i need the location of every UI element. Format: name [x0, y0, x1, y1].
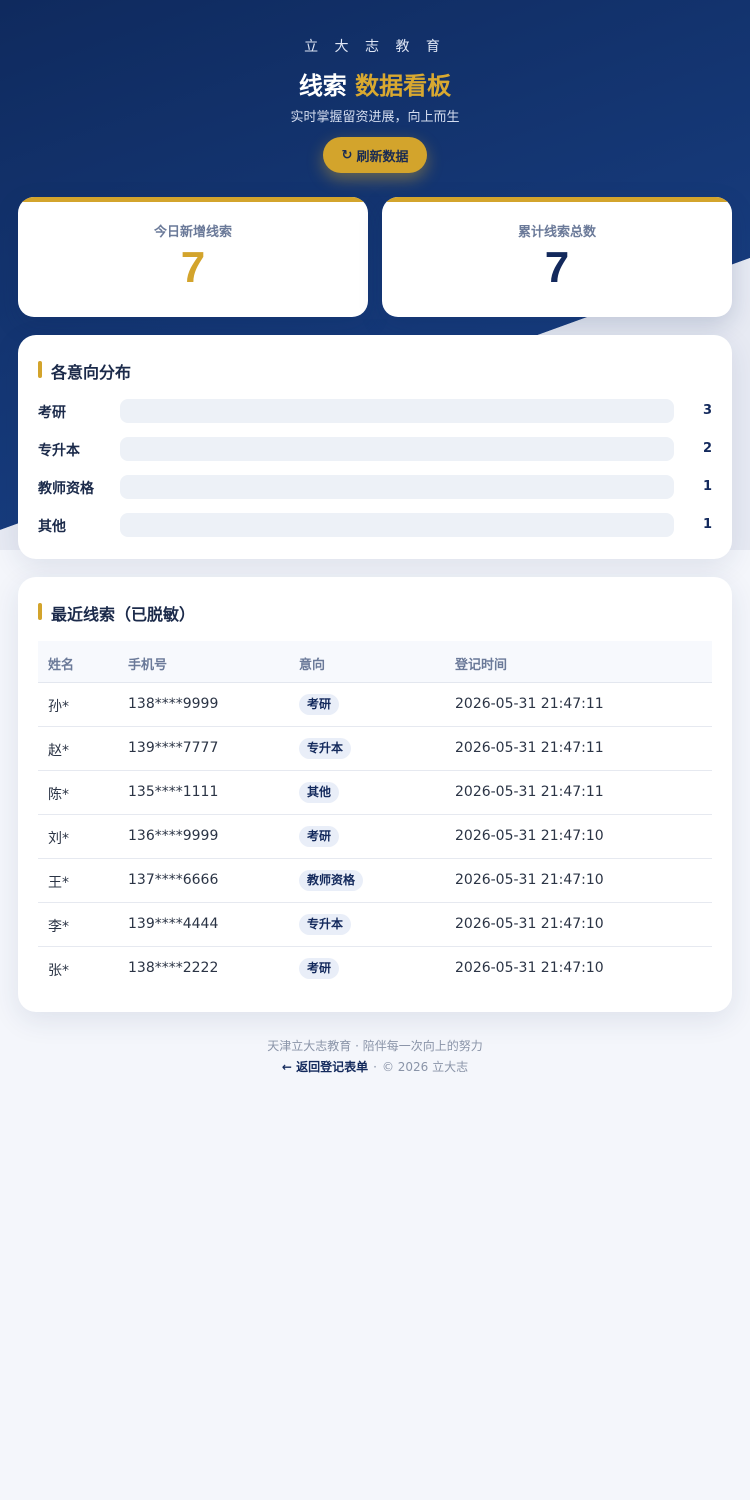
distribution-label: 其他 — [38, 519, 66, 535]
lead-name: 王* — [48, 875, 69, 891]
lead-phone: 137****6666 — [128, 872, 219, 888]
lead-time: 2026-05-31 21:47:11 — [455, 740, 604, 756]
distribution-bar-track — [120, 437, 674, 461]
table-header: 姓名 手机号 意向 登记时间 — [38, 641, 712, 683]
refresh-button[interactable]: ↻ 刷新数据 — [323, 137, 427, 173]
distribution-label: 考研 — [38, 405, 66, 421]
today-new-leads-card: 今日新增线索 7 — [18, 197, 368, 317]
refresh-icon: ↻ — [341, 147, 353, 163]
page-title-main: 线索 — [298, 72, 347, 100]
brand-name: 立 大 志 教 育 — [304, 39, 446, 55]
lead-phone: 136****9999 — [128, 828, 219, 844]
intent-tag: 教师资格 — [299, 870, 364, 891]
recent-leads-table: 姓名 手机号 意向 登记时间 孙* 138****9999 考研 2026-05… — [38, 641, 712, 991]
distribution-count: 2 — [702, 441, 712, 456]
lead-time: 2026-05-31 21:47:11 — [455, 784, 604, 800]
distribution-count: 3 — [702, 403, 712, 418]
distribution-bar-track — [120, 513, 674, 537]
distribution-row-kaoyan: 考研 3 — [38, 399, 712, 423]
lead-phone: 135****1111 — [128, 784, 219, 800]
intent-tag: 考研 — [299, 694, 340, 715]
table-row: 赵* 139****7777 专升本 2026-05-31 21:47:11 — [38, 727, 712, 771]
distribution-count: 1 — [702, 517, 712, 532]
lead-time: 2026-05-31 21:47:10 — [455, 916, 604, 932]
intent-tag: 考研 — [299, 826, 340, 847]
footer-copyright: © 2026 立大志 — [381, 1060, 469, 1074]
column-header-phone: 手机号 — [128, 658, 168, 673]
back-to-form-link[interactable]: ← 返回登记表单 — [282, 1060, 368, 1074]
distribution-count: 1 — [702, 479, 712, 494]
lead-time: 2026-05-31 21:47:11 — [455, 696, 604, 712]
lead-name: 陈* — [48, 787, 69, 803]
intent-tag: 其他 — [299, 782, 340, 803]
footer-tagline: 天津立大志教育 · 陪伴每一次向上的努力 — [267, 1039, 483, 1053]
column-header-time: 登记时间 — [455, 658, 508, 673]
table-row: 孙* 138****9999 考研 2026-05-31 21:47:11 — [38, 683, 712, 727]
distribution-label: 专升本 — [38, 443, 80, 459]
intent-tag: 考研 — [299, 958, 340, 979]
column-header-intent: 意向 — [299, 658, 326, 673]
distribution-row-zhuanshengben: 专升本 2 — [38, 437, 712, 461]
today-new-leads-label: 今日新增线索 — [153, 225, 232, 240]
column-header-name: 姓名 — [48, 658, 75, 673]
lead-name: 赵* — [48, 743, 69, 759]
intent-tag: 专升本 — [299, 738, 352, 759]
distribution-label: 教师资格 — [38, 481, 94, 497]
table-row: 王* 137****6666 教师资格 2026-05-31 21:47:10 — [38, 859, 712, 903]
footer-links: ← 返回登记表单 · © 2026 立大志 — [0, 1058, 750, 1075]
footer-separator: · — [373, 1060, 377, 1074]
lead-phone: 138****2222 — [128, 960, 219, 976]
lead-name: 孙* — [48, 699, 69, 715]
lead-time: 2026-05-31 21:47:10 — [455, 828, 604, 844]
lead-name: 张* — [48, 963, 69, 979]
page-title-accent: 数据看板 — [355, 72, 452, 100]
lead-phone: 138****9999 — [128, 696, 219, 712]
lead-name: 李* — [48, 919, 69, 935]
today-new-leads-value: 7 — [180, 243, 206, 292]
table-row: 张* 138****2222 考研 2026-05-31 21:47:10 — [38, 947, 712, 991]
lead-name: 刘* — [48, 831, 69, 847]
distribution-row-other: 其他 1 — [38, 513, 712, 537]
intent-distribution-title: 各意向分布 — [38, 359, 131, 383]
distribution-bar-track — [120, 399, 674, 423]
lead-time: 2026-05-31 21:47:10 — [455, 872, 604, 888]
distribution-bar-track — [120, 475, 674, 499]
intent-distribution-card: 各意向分布 考研 3 专升本 2 教师资格 1 其他 1 — [18, 335, 732, 559]
lead-phone: 139****7777 — [128, 740, 219, 756]
total-leads-value: 7 — [544, 243, 570, 292]
intent-tag: 专升本 — [299, 914, 352, 935]
recent-leads-title: 最近线索（已脱敏） — [38, 601, 195, 625]
table-row: 李* 139****4444 专升本 2026-05-31 21:47:10 — [38, 903, 712, 947]
total-leads-label: 累计线索总数 — [517, 225, 596, 240]
recent-leads-card: 最近线索（已脱敏） 姓名 手机号 意向 登记时间 孙* 138****9999 … — [18, 577, 732, 1012]
page-subtitle: 实时掌握留资进展，向上而生 — [290, 110, 460, 125]
refresh-button-label: 刷新数据 — [356, 149, 409, 165]
page-title: 线索 数据看板 — [0, 66, 750, 101]
distribution-row-teacher: 教师资格 1 — [38, 475, 712, 499]
table-row: 陈* 135****1111 其他 2026-05-31 21:47:11 — [38, 771, 712, 815]
total-leads-card: 累计线索总数 7 — [382, 197, 732, 317]
lead-time: 2026-05-31 21:47:10 — [455, 960, 604, 976]
table-row: 刘* 136****9999 考研 2026-05-31 21:47:10 — [38, 815, 712, 859]
lead-phone: 139****4444 — [128, 916, 219, 932]
